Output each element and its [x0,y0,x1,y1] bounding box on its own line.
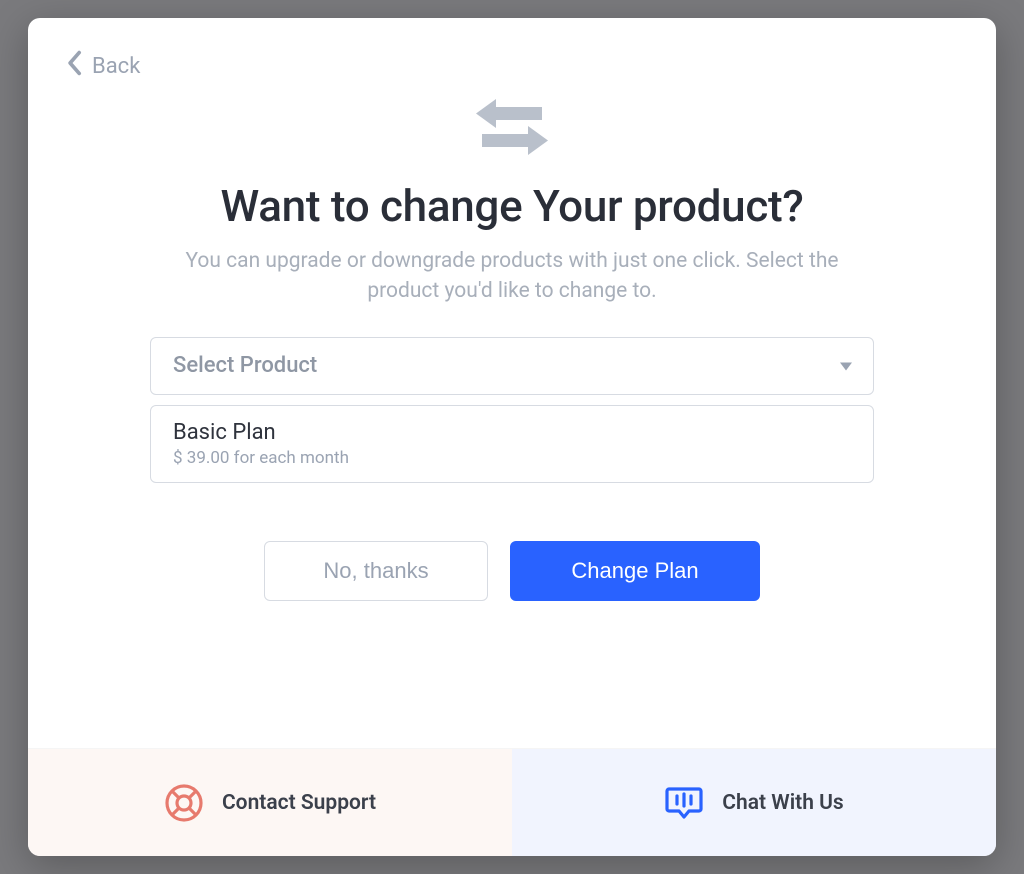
no-thanks-button[interactable]: No, thanks [264,541,488,601]
product-select-placeholder: Select Product [173,353,317,378]
product-select[interactable]: Select Product [150,337,874,395]
contact-support-button[interactable]: Contact Support [28,749,512,856]
product-option-name: Basic Plan [173,420,851,445]
product-select-group: Select Product Basic Plan $ 39.00 for ea… [150,337,874,483]
lifebuoy-icon [164,783,204,823]
change-plan-modal: Back Want to change Your product? You ca… [28,18,996,856]
chat-icon [664,783,704,823]
modal-header: Back [28,18,996,82]
change-plan-button[interactable]: Change Plan [510,541,760,601]
hero: Want to change Your product? You can upg… [28,82,996,307]
modal-footer: Contact Support Chat With Us [28,748,996,856]
modal-subtitle: You can upgrade or downgrade products wi… [152,246,872,307]
product-option[interactable]: Basic Plan $ 39.00 for each month [150,405,874,483]
back-label: Back [92,54,140,79]
button-row: No, thanks Change Plan [28,541,996,601]
caret-down-icon [839,356,853,375]
modal-title: Want to change Your product? [221,180,804,232]
chat-with-us-button[interactable]: Chat With Us [512,749,996,856]
back-button[interactable]: Back [66,50,140,82]
product-option-price: $ 39.00 for each month [173,448,851,468]
chevron-left-icon [66,50,82,82]
spacer [28,601,996,748]
swap-arrows-icon [468,90,556,162]
chat-with-us-label: Chat With Us [722,791,843,815]
contact-support-label: Contact Support [222,791,376,815]
